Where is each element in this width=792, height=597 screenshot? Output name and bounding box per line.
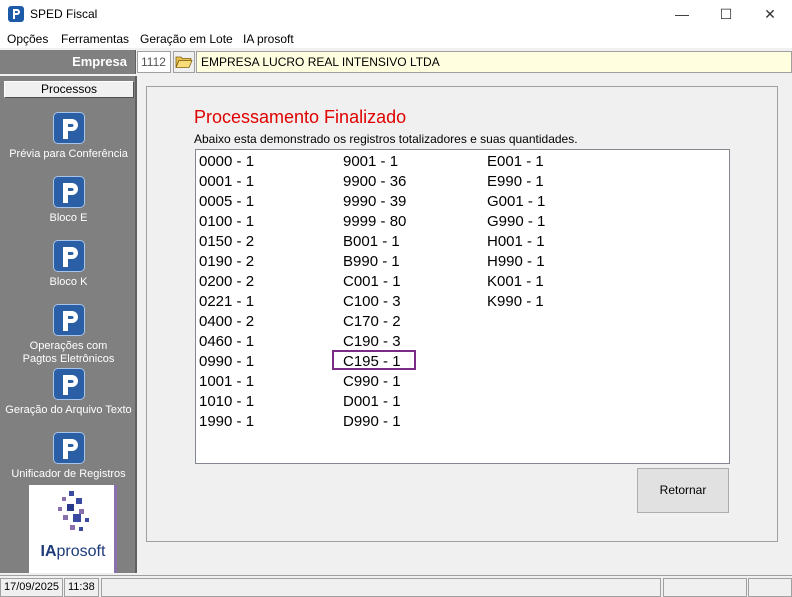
status-panel-end — [748, 578, 792, 597]
record-item: G001 - 1 — [487, 193, 546, 210]
record-item: 0200 - 2 — [199, 273, 255, 290]
record-item: 9900 - 36 — [343, 173, 407, 190]
minimize-button[interactable]: — — [659, 0, 705, 28]
process-sidebar: Processos Prévia para Conferência Bloco … — [0, 76, 137, 573]
record-item: 1001 - 1 — [199, 373, 255, 390]
record-item: C170 - 2 — [343, 313, 401, 330]
record-item: 1010 - 1 — [199, 393, 255, 410]
sidebar-item-label: Bloco E — [49, 212, 88, 224]
record-item: C190 - 3 — [343, 333, 401, 350]
window-title: SPED Fiscal — [30, 7, 98, 21]
highlighted-record-marker — [332, 350, 416, 370]
empresa-code-field[interactable]: 1112 — [137, 51, 171, 73]
record-item: D990 - 1 — [343, 413, 401, 430]
maximize-icon: ☐ — [719, 6, 733, 22]
record-item: 0400 - 2 — [199, 313, 255, 330]
retornar-button[interactable]: Retornar — [637, 468, 729, 513]
record-item: 0100 - 1 — [199, 213, 255, 230]
record-item: 0001 - 1 — [199, 173, 255, 190]
sidebar-item-previa-conferencia[interactable]: Prévia para Conferência — [0, 112, 137, 161]
sidebar-item-bloco-e[interactable]: Bloco E — [0, 176, 137, 225]
close-button[interactable]: ✕ — [747, 0, 792, 28]
record-item: C001 - 1 — [343, 273, 401, 290]
app-icon — [8, 6, 24, 22]
title-bar: SPED Fiscal — ☐ ✕ — [0, 0, 792, 28]
record-item: B001 - 1 — [343, 233, 400, 250]
record-item: B990 - 1 — [343, 253, 400, 270]
sidebar-item-unificador[interactable]: Unificador de Registros — [0, 432, 137, 481]
records-column-2: 9001 - 1 9900 - 36 9990 - 39 9999 - 80 B001 … — [343, 152, 406, 432]
record-item: C100 - 3 — [343, 293, 401, 310]
empresa-label: Empresa — [0, 50, 136, 74]
record-item: D001 - 1 — [343, 393, 401, 410]
status-date: 17/09/2025 — [0, 578, 63, 597]
prosoft-p-icon — [52, 432, 85, 464]
prosoft-p-icon — [52, 176, 85, 208]
status-bar: 17/09/2025 11:38 — [0, 575, 792, 597]
record-item: E001 - 1 — [487, 153, 544, 170]
sidebar-item-bloco-k[interactable]: Bloco K — [0, 240, 137, 289]
sidebar-item-label: Bloco K — [49, 276, 88, 288]
record-item: E990 - 1 — [487, 173, 544, 190]
minimize-icon: — — [675, 6, 689, 22]
record-item: G990 - 1 — [487, 213, 546, 230]
menu-geracao-em-lote[interactable]: Geração em Lote — [140, 32, 233, 46]
record-item: 0460 - 1 — [199, 333, 255, 350]
logo-text: IAprosoft — [40, 543, 106, 560]
records-list[interactable]: 0000 - 1 0001 - 1 0005 - 1 0100 - 1 0150 - 2… — [195, 149, 730, 464]
status-time: 11:38 — [64, 578, 99, 597]
empresa-name-field: EMPRESA LUCRO REAL INTENSIVO LTDA — [196, 51, 792, 73]
prosoft-p-icon — [52, 368, 85, 400]
record-item: 9999 - 80 — [343, 213, 407, 230]
close-icon: ✕ — [764, 6, 776, 22]
status-panel-main — [101, 578, 661, 597]
record-item: H001 - 1 — [487, 233, 545, 250]
sidebar-header: Processos — [4, 81, 134, 98]
record-item: 0221 - 1 — [199, 293, 255, 310]
panel-title: Processamento Finalizado — [194, 107, 407, 127]
menu-opcoes[interactable]: Opções — [7, 32, 48, 46]
record-item: K001 - 1 — [487, 273, 544, 290]
record-item: 9001 - 1 — [343, 153, 399, 170]
prosoft-p-icon — [52, 112, 85, 144]
records-column-1: 0000 - 1 0001 - 1 0005 - 1 0100 - 1 0150 - 2… — [199, 152, 254, 432]
record-item: 0150 - 2 — [199, 233, 255, 250]
record-item: H990 - 1 — [487, 253, 545, 270]
sidebar-item-label: Geração do Arquivo Texto — [5, 404, 132, 416]
sidebar-item-geracao-arquivo[interactable]: Geração do Arquivo Texto — [0, 368, 137, 417]
iaprosoft-logo: IAprosoft — [29, 485, 117, 573]
record-item: 0190 - 2 — [199, 253, 255, 270]
record-item: 9990 - 39 — [343, 193, 407, 210]
records-column-3: E001 - 1 E990 - 1 G001 - 1 G990 - 1 H001 - 1… — [487, 152, 545, 312]
menu-bar: Opções Ferramentas Geração em Lote IA pr… — [0, 28, 792, 48]
empresa-browse-button[interactable] — [173, 51, 195, 73]
status-panel-right — [663, 578, 747, 597]
prosoft-p-icon — [52, 240, 85, 272]
menu-ferramentas[interactable]: Ferramentas — [61, 32, 129, 46]
record-item: C990 - 1 — [343, 373, 401, 390]
record-item: 1990 - 1 — [199, 413, 255, 430]
record-item: 0005 - 1 — [199, 193, 255, 210]
sidebar-item-label: Operações com — [29, 340, 108, 352]
sidebar-item-operacoes-pagtos[interactable]: Operações com Pagtos Eletrônicos — [0, 304, 137, 366]
folder-open-icon — [175, 56, 193, 68]
record-item: 0000 - 1 — [199, 153, 255, 170]
sidebar-item-label-line2: Pagtos Eletrônicos — [22, 353, 115, 365]
app-window: SPED Fiscal — ☐ ✕ Opções Ferramentas Ger… — [0, 0, 792, 597]
panel-subtitle: Abaixo esta demonstrado os registros tot… — [194, 132, 578, 146]
logo-mark — [58, 491, 89, 531]
menu-ia-prosoft[interactable]: IA prosoft — [243, 32, 294, 46]
record-item: K990 - 1 — [487, 293, 544, 310]
sidebar-item-label: Prévia para Conferência — [9, 148, 128, 160]
record-item: 0990 - 1 — [199, 353, 255, 370]
sidebar-item-label: Unificador de Registros — [11, 468, 126, 480]
prosoft-p-icon — [52, 304, 85, 336]
result-panel: Processamento Finalizado Abaixo esta dem… — [146, 86, 778, 542]
maximize-button[interactable]: ☐ — [703, 0, 749, 28]
